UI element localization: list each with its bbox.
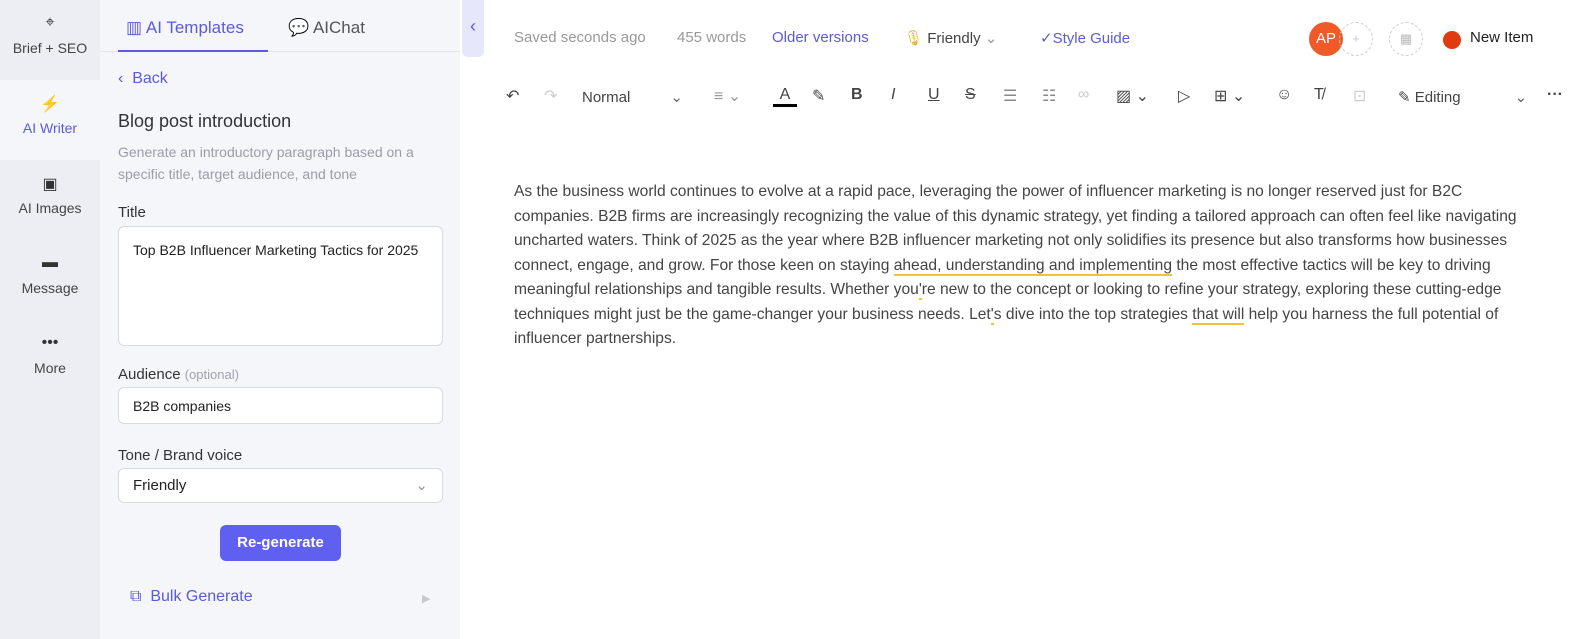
audience-label-text: Audience <box>118 366 181 383</box>
nav-label: AI Writer <box>22 120 78 136</box>
tone-label: Tone / Brand voice <box>118 447 243 464</box>
audience-input[interactable]: B2B companies <box>118 387 443 424</box>
tone-value: Friendly <box>133 477 187 494</box>
tab-label: AIChat <box>312 18 365 37</box>
image-icon: ▣ <box>42 176 58 193</box>
save-status: Saved seconds ago <box>514 29 646 46</box>
chat-icon: 💬 <box>288 18 313 37</box>
clear-format-icon[interactable]: T̸ <box>1314 86 1324 104</box>
play-icon[interactable]: ▶ <box>422 592 430 605</box>
italic-icon[interactable]: I <box>891 86 895 104</box>
more-options-icon[interactable]: ··· <box>1547 86 1563 104</box>
nav-brief-seo[interactable]: ⌖ Brief + SEO <box>0 0 100 80</box>
image-insert-icon[interactable]: ▨ ⌄ <box>1116 86 1149 106</box>
avatar[interactable]: AP <box>1309 22 1343 56</box>
left-nav: ⌖ Brief + SEO ⚡ AI Writer ▣ AI Images ▬ Mess… <box>0 0 100 639</box>
add-user-icon[interactable]: + <box>1339 22 1373 56</box>
tab-aichat[interactable]: 💬 AIChat <box>288 0 365 52</box>
chevron-down-icon: ⌄ <box>670 89 683 106</box>
mode-select[interactable]: ✎ Editing ⌄ <box>1398 88 1527 106</box>
collapse-panel-button[interactable]: ‹ <box>462 0 484 57</box>
optional-tag: (optional) <box>184 367 239 382</box>
emoji-icon[interactable]: ☺ <box>1276 86 1292 104</box>
nav-label: AI Images <box>18 200 82 216</box>
nav-ai-writer[interactable]: ⚡ AI Writer <box>0 80 100 160</box>
strikethrough-icon[interactable]: S <box>965 86 976 104</box>
comment-icon[interactable]: ⊡ <box>1353 86 1366 106</box>
nav-label: Message <box>21 280 79 296</box>
style-value: Normal <box>582 89 631 106</box>
crosshair-icon: ⌖ <box>45 14 55 31</box>
editor-content[interactable]: As the business world continues to evolv… <box>514 180 1546 352</box>
library-icon: ▥ <box>126 18 146 37</box>
back-label: Back <box>132 70 168 87</box>
chevron-down-icon: ⌄ <box>984 30 998 47</box>
nav-ai-images[interactable]: ▣ AI Images <box>0 160 100 240</box>
nav-message[interactable]: ▬ Message <box>0 240 100 320</box>
nav-more[interactable]: ••• More <box>0 320 100 400</box>
undo-icon[interactable]: ↶ <box>506 86 519 106</box>
bold-icon[interactable]: B <box>851 86 863 104</box>
calendar-icon[interactable]: ▦ <box>1389 22 1423 56</box>
item-title[interactable]: New Item <box>1470 29 1533 46</box>
message-icon: ▬ <box>42 254 58 271</box>
nav-label: More <box>34 360 66 376</box>
copy-icon: ⧉ <box>130 588 151 605</box>
voice-label: Friendly <box>927 30 981 47</box>
tab-ai-templates[interactable]: ▥ AI Templates <box>118 0 268 52</box>
more-icon: ••• <box>41 334 59 351</box>
chevron-down-icon: ⌄ <box>415 477 428 494</box>
tab-label: AI Templates <box>145 18 244 37</box>
microphone-icon: 🎙 <box>904 30 924 47</box>
templates-panel: ▥ AI Templates 💬 AIChat ‹ Back Blog post… <box>100 0 460 639</box>
word-count: 455 words <box>677 29 747 46</box>
template-title: Blog post introduction <box>118 111 292 131</box>
voice-dropdown[interactable]: 🎙 Friendly ⌄ <box>904 29 997 47</box>
mode-value: Editing <box>1414 89 1461 106</box>
table-icon[interactable]: ⊞ ⌄ <box>1214 86 1245 106</box>
numbered-list-icon[interactable]: ☷ <box>1042 86 1056 106</box>
older-versions-link[interactable]: Older versions <box>772 29 869 46</box>
text-segment: s dive into the top strategies <box>993 305 1193 323</box>
bulk-label: Bulk Generate <box>150 588 253 605</box>
chevron-left-icon: ‹ <box>118 70 133 87</box>
pencil-icon: ✎ <box>1398 89 1415 106</box>
check-badge-icon: ✓ <box>1040 30 1053 47</box>
video-icon[interactable]: ▷ <box>1178 86 1190 106</box>
title-label: Title <box>118 204 146 221</box>
tone-select[interactable]: Friendly ⌄ <box>118 468 443 503</box>
suggestion-underline[interactable]: that will <box>1192 305 1245 325</box>
style-guide-label: Style Guide <box>1052 30 1131 47</box>
nav-label: Brief + SEO <box>12 40 88 56</box>
back-link[interactable]: ‹ Back <box>118 70 168 88</box>
underline-icon[interactable]: U <box>928 86 940 104</box>
text-color-icon[interactable]: A <box>773 86 797 107</box>
bulk-generate-button[interactable]: ⧉ Bulk Generate <box>130 588 253 606</box>
panel-tabs: ▥ AI Templates 💬 AIChat <box>100 0 460 52</box>
title-textarea[interactable]: Top B2B Influencer Marketing Tactics for… <box>118 226 443 346</box>
redo-icon[interactable]: ↷ <box>544 86 557 106</box>
status-dot <box>1443 31 1461 49</box>
suggestion-underline[interactable]: ahead, understanding and implementing <box>893 256 1172 276</box>
template-description: Generate an introductory paragraph based… <box>118 144 414 182</box>
lightning-icon: ⚡ <box>40 96 60 113</box>
style-select[interactable]: Normal ⌄ <box>582 88 683 106</box>
chevron-left-icon: ‹ <box>470 16 476 36</box>
bullet-list-icon[interactable]: ☰ <box>1003 86 1017 106</box>
audience-label: Audience (optional) <box>118 366 239 383</box>
style-guide-link[interactable]: ✓Style Guide <box>1040 29 1130 47</box>
highlight-icon[interactable]: ✎ <box>812 86 825 106</box>
regenerate-button[interactable]: Re-generate <box>220 525 341 561</box>
align-icon[interactable]: ≡ ⌄ <box>714 86 741 106</box>
chevron-down-icon: ⌄ <box>1514 89 1528 106</box>
link-icon[interactable]: ∞ <box>1078 86 1089 104</box>
